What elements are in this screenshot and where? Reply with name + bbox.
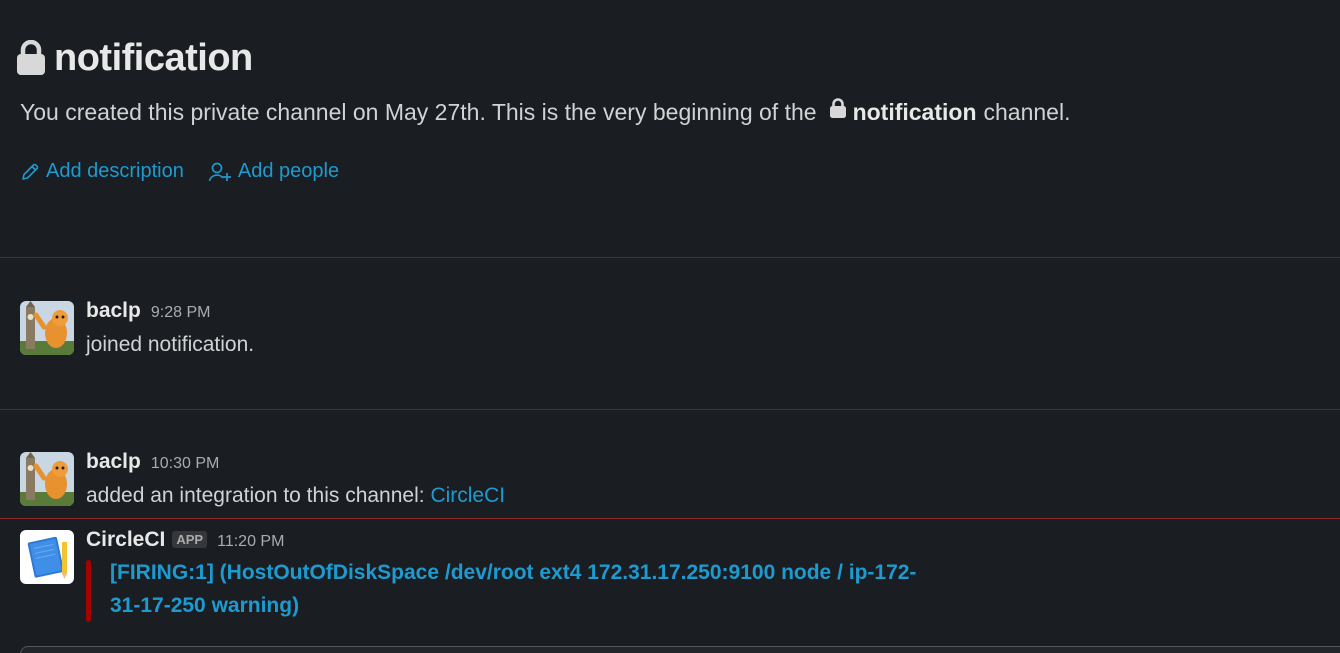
intro-suffix: channel. xyxy=(983,99,1071,125)
message-timestamp[interactable]: 10:30 PM xyxy=(151,455,219,473)
attachment-color-bar xyxy=(86,560,91,622)
lock-icon xyxy=(16,40,46,76)
integration-link[interactable]: CircleCI xyxy=(430,484,505,507)
sender-name[interactable]: baclp xyxy=(86,450,141,474)
message-body: CircleCI APP 11:20 PM [FIRING:1] (HostOu… xyxy=(86,528,1340,622)
message-composer[interactable] xyxy=(20,646,1340,653)
add-people-button[interactable]: Add people xyxy=(208,160,339,183)
avatar[interactable] xyxy=(20,452,74,506)
message-header: baclp 9:28 PM xyxy=(86,299,1340,325)
channel-title: notification xyxy=(16,34,253,82)
channel-intro-text: You created this private channel on May … xyxy=(20,98,1071,126)
message-timestamp[interactable]: 9:28 PM xyxy=(151,304,211,322)
sender-name[interactable]: CircleCI xyxy=(86,528,165,552)
message-attachment: [FIRING:1] (HostOutOfDiskSpace /dev/root… xyxy=(86,560,986,622)
channel-view: notification You created this private ch… xyxy=(0,0,1340,653)
lock-icon xyxy=(829,98,847,125)
channel-intro-actions: Add description Add people xyxy=(20,160,339,183)
intro-channel-name: notification xyxy=(852,99,977,125)
avatar[interactable] xyxy=(20,530,74,584)
sender-name[interactable]: baclp xyxy=(86,299,141,323)
app-badge: APP xyxy=(172,531,208,548)
divider xyxy=(0,409,1340,410)
divider xyxy=(0,257,1340,258)
message-header: baclp 10:30 PM xyxy=(86,450,1340,476)
attachment-line-1: [FIRING:1] (HostOutOfDiskSpace /dev/root… xyxy=(110,561,917,584)
attachment-line-2: 31-17-250 warning) xyxy=(110,594,300,617)
message-header: CircleCI APP 11:20 PM xyxy=(86,528,1340,554)
message-body: baclp 10:30 PM added an integration to t… xyxy=(86,450,1340,508)
add-description-label: Add description xyxy=(46,160,184,182)
avatar[interactable] xyxy=(20,301,74,355)
add-people-label: Add people xyxy=(237,160,340,182)
message-text: added an integration to this channel: Ci… xyxy=(86,484,1340,508)
channel-name: notification xyxy=(54,36,253,79)
pencil-icon xyxy=(20,162,40,182)
message-body: baclp 9:28 PM joined notification. xyxy=(86,299,1340,357)
message-text: joined notification. xyxy=(86,333,255,356)
attachment-title-link[interactable]: [FIRING:1] (HostOutOfDiskSpace /dev/root… xyxy=(110,556,980,622)
add-description-button[interactable]: Add description xyxy=(20,160,184,183)
add-person-icon xyxy=(208,161,232,183)
intro-prefix: You created this private channel on May … xyxy=(20,99,817,125)
new-messages-divider xyxy=(0,518,1340,519)
message-timestamp[interactable]: 11:20 PM xyxy=(217,533,284,551)
message-text-content: added an integration to this channel: xyxy=(86,484,425,507)
